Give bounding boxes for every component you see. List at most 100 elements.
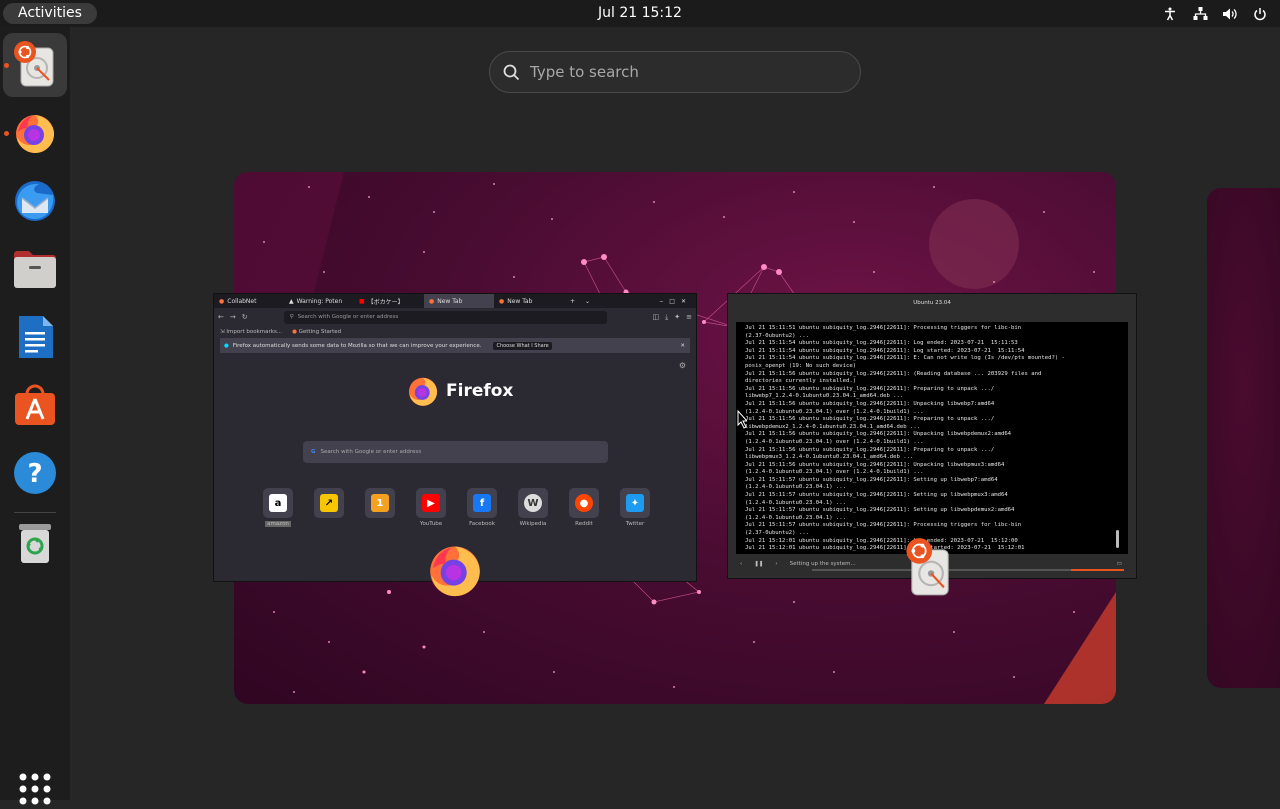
dock-item-app-center[interactable]: [3, 373, 67, 437]
data-notice-bar: ● Firefox automatically sends some data …: [220, 338, 690, 353]
import-icon: ⇲: [220, 329, 225, 335]
dock-item-files[interactable]: [3, 237, 67, 301]
firefox-tab[interactable]: ● CollabNet: [214, 294, 284, 308]
menu-icon[interactable]: ≡: [686, 313, 692, 321]
firefox-tab[interactable]: ● New Tab: [424, 294, 494, 308]
top-site-2[interactable]: ↗: [311, 488, 347, 527]
choose-what-i-share-button[interactable]: Choose What I Share: [493, 341, 552, 350]
tab-list-icon[interactable]: ⌄: [585, 298, 590, 305]
window-controls[interactable]: ‒□✕: [659, 298, 692, 305]
forward-icon[interactable]: →: [230, 313, 236, 321]
bookmark-getting-started[interactable]: ● Getting Started: [292, 329, 341, 335]
youtube-icon: ■: [359, 297, 365, 305]
app-center-icon: [15, 384, 55, 425]
clock: Jul 21 15:12: [0, 0, 1280, 27]
top-site-reddit[interactable]: ● Reddit: [566, 488, 602, 527]
dock-item-libreoffice-writer[interactable]: [3, 305, 67, 369]
show-applications-button[interactable]: [19, 773, 51, 809]
search-bar[interactable]: [489, 51, 861, 93]
ubuntu-installer-icon: [906, 538, 949, 596]
log-toggle-icon[interactable]: ▭: [1117, 561, 1122, 567]
new-tab-search-placeholder: Search with Google or enter address: [320, 449, 422, 455]
trash-icon: [19, 524, 51, 563]
facebook-icon: f: [473, 494, 491, 512]
firefox-logo-icon: [408, 377, 438, 406]
close-icon[interactable]: ✕: [680, 343, 685, 349]
dock: ?: [0, 27, 70, 805]
log-scrollbar[interactable]: [1116, 530, 1119, 548]
tab-title: New Tab: [507, 297, 533, 305]
downloads-icon[interactable]: ⤓: [665, 313, 668, 322]
top-site-facebook[interactable]: f Facebook: [464, 488, 500, 527]
tab-title: CollabNet: [227, 297, 257, 305]
top-site-label: amazon: [265, 521, 291, 527]
extensions-icon[interactable]: ✦: [674, 313, 680, 321]
accessibility-icon[interactable]: [1162, 6, 1178, 22]
search-icon: ⚲: [289, 314, 294, 320]
bookmark-import[interactable]: ⇲ Import bookmarks...: [220, 329, 282, 335]
network-icon[interactable]: [1192, 6, 1208, 22]
firefox-icon: [430, 546, 480, 597]
notice-text: Firefox automatically sends some data to…: [232, 342, 482, 349]
next-workspace-thumbnail[interactable]: [1207, 188, 1280, 688]
clock-label[interactable]: Jul 21 15:12: [598, 5, 682, 21]
firefox-toolbar: ← → ↻ ⚲ Search with Google or enter addre…: [214, 308, 696, 326]
firefox-icon: [16, 115, 54, 153]
dock-item-help[interactable]: ?: [3, 441, 67, 505]
firefox-bookmark-icon: ●: [292, 329, 297, 335]
new-tab-search-box[interactable]: G Search with Google or enter address: [303, 441, 608, 463]
dock-item-ubuntu-installer[interactable]: [3, 33, 67, 97]
amazon-icon: a: [269, 494, 287, 512]
top-site-amazon[interactable]: a amazon: [260, 488, 296, 527]
brand-name: Firefox: [446, 381, 514, 401]
top-site-label: Twitter: [625, 521, 645, 527]
search-icon: [503, 64, 520, 81]
top-site-wikipedia[interactable]: W Wikipedia: [515, 488, 551, 527]
dock-item-trash[interactable]: [3, 511, 67, 575]
firefox-tab[interactable]: ■ 【ボカケー】: [354, 294, 424, 308]
back-icon[interactable]: ‹: [740, 561, 742, 567]
firefox-window[interactable]: ● CollabNet ▲ Warning: Poten ■ 【ボカケー】 ● New …: [213, 293, 697, 582]
settings-gear-icon[interactable]: ⚙: [679, 361, 686, 370]
pause-icon[interactable]: ❚❚: [754, 561, 763, 567]
bookmark-label: Getting Started: [298, 329, 342, 335]
top-site-3[interactable]: 1: [362, 488, 398, 527]
bookmarks-toolbar: ⇲ Import bookmarks... ● Getting Started: [214, 326, 696, 338]
arrow-site-icon: ↗: [320, 494, 338, 512]
dock-item-firefox[interactable]: [3, 101, 67, 165]
top-bar: Activities Jul 21 15:12: [0, 0, 1280, 27]
activities-button[interactable]: Activities: [3, 3, 97, 24]
running-indicator: [4, 63, 9, 68]
system-tray[interactable]: [1162, 0, 1268, 27]
new-tab-page: ⚙ Firefox G Search with Google or enter …: [214, 353, 696, 569]
power-icon[interactable]: [1252, 6, 1268, 22]
new-tab-icon[interactable]: +: [570, 298, 575, 305]
firefox-tab-icon: ●: [429, 297, 435, 305]
top-site-twitter[interactable]: ✦ Twitter: [617, 488, 653, 527]
firefox-tab[interactable]: ▲ Warning: Poten: [284, 294, 354, 308]
forward-icon[interactable]: ›: [775, 561, 777, 567]
help-icon: ?: [14, 452, 56, 494]
pocket-icon[interactable]: ◫: [653, 313, 660, 321]
top-site-youtube[interactable]: ▶ YouTube: [413, 488, 449, 527]
ubuntu-installer-icon: [14, 41, 54, 87]
reload-icon[interactable]: ↻: [242, 313, 248, 321]
bookmark-label: Import bookmarks...: [226, 329, 283, 335]
firefox-tab-bar: ● CollabNet ▲ Warning: Poten ■ 【ボカケー】 ● New …: [214, 294, 696, 308]
top-site-label: Wikipedia: [519, 521, 547, 527]
writer-icon: [19, 316, 53, 358]
svg-text:?: ?: [27, 459, 42, 489]
info-icon: ●: [224, 342, 229, 349]
firefox-tab[interactable]: ● New Tab: [494, 294, 564, 308]
files-icon: [14, 251, 56, 288]
back-icon[interactable]: ←: [218, 313, 224, 321]
installer-progress-fill: [1070, 569, 1124, 571]
dock-item-thunderbird[interactable]: [3, 169, 67, 233]
reddit-icon: ●: [575, 494, 593, 512]
firefox-tab-icon: ●: [219, 297, 225, 305]
address-bar[interactable]: ⚲ Search with Google or enter address: [283, 310, 607, 324]
volume-icon[interactable]: [1222, 6, 1238, 22]
tab-title: 【ボカケー】: [367, 298, 404, 306]
installer-window-badge: [905, 537, 955, 601]
search-input[interactable]: [530, 63, 820, 81]
